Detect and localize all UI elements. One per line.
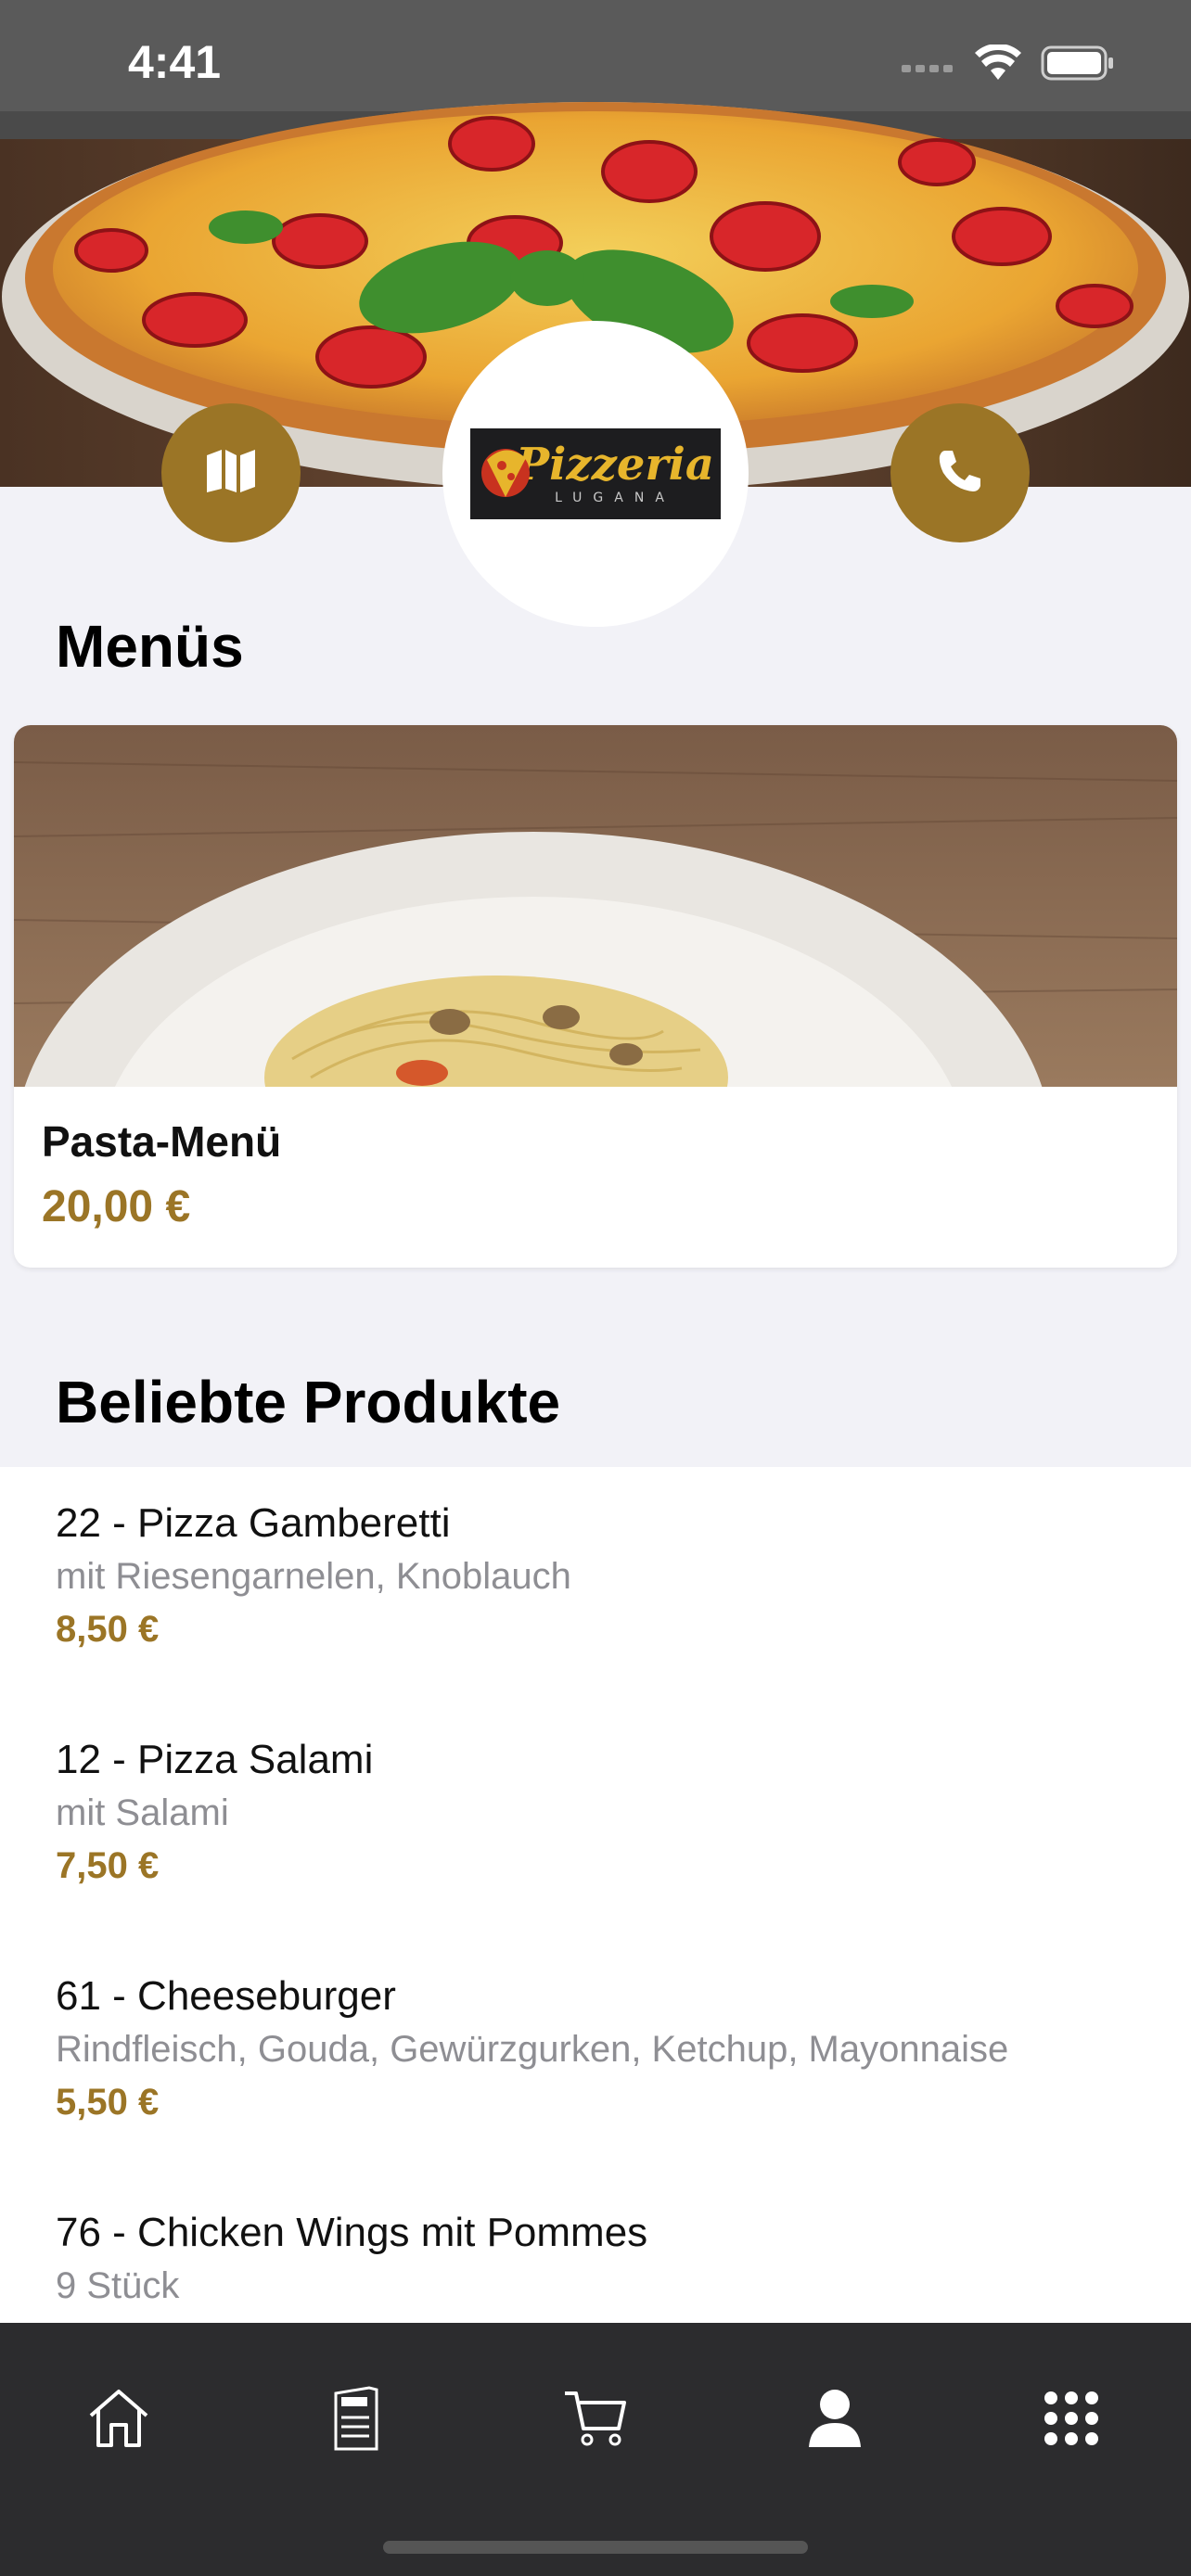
call-button[interactable] xyxy=(890,403,1030,542)
menu-card-pasta[interactable]: Pasta-Menü 20,00 € xyxy=(14,725,1177,1268)
logo-badge: Pizzeria LUGANA xyxy=(470,428,721,519)
home-icon xyxy=(86,2388,151,2454)
product-description: mit Salami xyxy=(56,1792,229,1833)
tab-bar xyxy=(0,2323,1191,2576)
logo-subtitle: LUGANA xyxy=(555,491,675,505)
more-grid-icon xyxy=(1044,2391,1099,2451)
map-icon xyxy=(205,448,257,499)
map-button[interactable] xyxy=(161,403,301,542)
product-name: 12 - Pizza Salami xyxy=(56,1737,374,1782)
product-item[interactable]: 22 - Pizza Gamberetti mit Riesengarnelen… xyxy=(56,1500,571,1651)
home-indicator xyxy=(383,2541,808,2554)
wifi-icon xyxy=(974,43,1022,86)
product-name: 61 - Cheeseburger xyxy=(56,1973,396,2019)
product-name: 22 - Pizza Gamberetti xyxy=(56,1500,451,1546)
logo-title: Pizzeria xyxy=(515,439,714,491)
menus-section-title: Menüs xyxy=(56,613,244,680)
menu-card-name: Pasta-Menü xyxy=(42,1117,282,1166)
phone-icon xyxy=(936,447,984,500)
status-bar: 4:41 xyxy=(0,0,1191,132)
tab-menu[interactable] xyxy=(314,2378,398,2462)
restaurant-logo: Pizzeria LUGANA xyxy=(442,321,749,627)
product-item[interactable]: 61 - Cheeseburger Rindfleisch, Gouda, Ge… xyxy=(56,1973,1008,2123)
product-description: Rindfleisch, Gouda, Gewürzgurken, Ketchu… xyxy=(56,2029,1009,2070)
tab-cart[interactable] xyxy=(554,2378,637,2462)
status-time: 4:41 xyxy=(128,36,222,88)
cart-icon xyxy=(563,2388,628,2454)
menu-card-icon xyxy=(332,2385,380,2455)
product-name: 76 - Chicken Wings mit Pommes xyxy=(56,2210,648,2255)
profile-icon xyxy=(807,2388,863,2454)
product-item[interactable]: 76 - Chicken Wings mit Pommes 9 Stück xyxy=(56,2210,647,2307)
tab-profile[interactable] xyxy=(793,2378,877,2462)
product-description: 9 Stück xyxy=(56,2265,180,2306)
product-price: 7,50 € xyxy=(56,1845,160,1886)
cellular-signal-icon xyxy=(902,54,955,77)
popular-products-list: 22 - Pizza Gamberetti mit Riesengarnelen… xyxy=(0,1467,1191,2325)
popular-section-title: Beliebte Produkte xyxy=(56,1369,561,1435)
product-description: mit Riesengarnelen, Knoblauch xyxy=(56,1556,571,1597)
product-item[interactable]: 12 - Pizza Salami mit Salami 7,50 € xyxy=(56,1737,373,1887)
pizza-logo-icon xyxy=(478,441,533,511)
battery-icon xyxy=(1041,45,1115,85)
pasta-menu-image xyxy=(14,725,1177,1268)
tab-home[interactable] xyxy=(77,2378,160,2462)
tab-more[interactable] xyxy=(1030,2378,1113,2462)
product-price: 8,50 € xyxy=(56,1609,160,1650)
product-price: 5,50 € xyxy=(56,2082,160,2123)
menu-card-price: 20,00 € xyxy=(42,1182,191,1231)
